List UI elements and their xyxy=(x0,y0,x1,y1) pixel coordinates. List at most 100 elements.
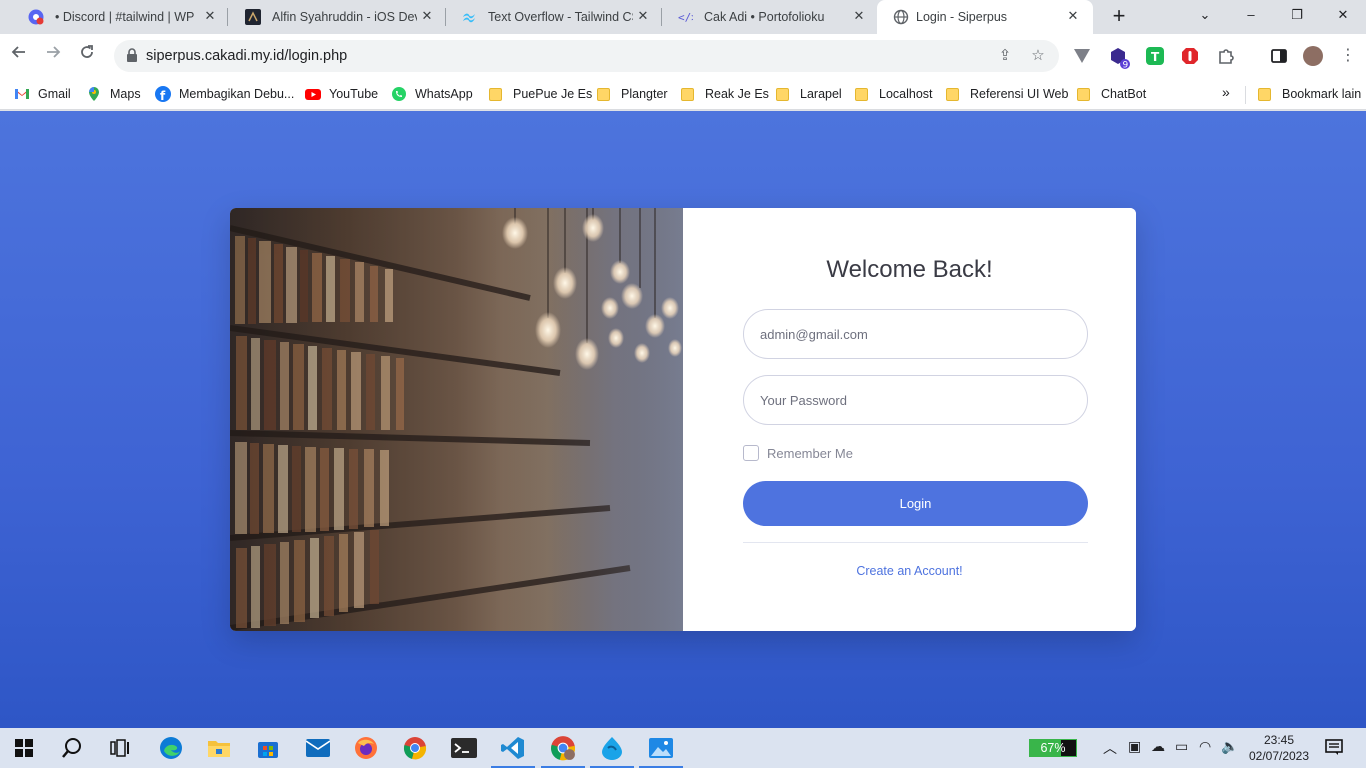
login-form: Welcome Back! Remember Me Login Create a… xyxy=(683,208,1136,631)
lock-icon xyxy=(127,48,137,62)
edge-icon[interactable] xyxy=(157,734,185,762)
tab-search-icon[interactable]: ⌄ xyxy=(1182,0,1228,30)
vscode-icon[interactable] xyxy=(491,734,535,768)
library-bookshelf-image xyxy=(230,208,683,631)
volume-icon[interactable]: 🔈 xyxy=(1221,738,1238,755)
browser-menu-icon[interactable]: ⋮ xyxy=(1336,44,1360,68)
bookmark-label: Localhost xyxy=(879,87,933,101)
tab-siperpus[interactable]: Login - Siperpus ✕ xyxy=(877,0,1093,34)
photos-icon[interactable] xyxy=(639,734,683,768)
login-button[interactable]: Login xyxy=(743,481,1088,526)
mail-icon[interactable] xyxy=(304,734,332,762)
system-clock[interactable]: 23:45 02/07/2023 xyxy=(1244,732,1314,764)
close-tab-icon[interactable]: ✕ xyxy=(851,8,867,24)
file-explorer-icon[interactable] xyxy=(205,734,233,762)
folder-icon xyxy=(489,87,502,101)
tab-portfolio[interactable]: </> Cak Adi • Portofolioku ✕ xyxy=(649,0,877,34)
bookmark-folder-puepue[interactable]: PuePue Je Es xyxy=(489,84,592,104)
task-view-icon[interactable] xyxy=(106,734,134,762)
folder-icon xyxy=(946,87,959,101)
tab-tailwind[interactable]: Text Overflow - Tailwind CSS ✕ xyxy=(433,0,661,34)
portfolio-icon: </> xyxy=(678,11,693,24)
bookshelf-illustration xyxy=(230,208,683,631)
reload-button[interactable] xyxy=(75,44,99,68)
discord-icon xyxy=(28,9,44,25)
onedrive-cloud-icon[interactable]: ☁ xyxy=(1151,738,1165,755)
minimize-button[interactable]: – xyxy=(1228,0,1274,30)
more-bookmarks-chevron[interactable]: » xyxy=(1222,84,1230,100)
share-icon[interactable]: ⇪ xyxy=(994,45,1016,67)
email-field[interactable] xyxy=(743,309,1088,359)
address-bar[interactable]: siperpus.cakadi.my.id/login.php ⇪ ☆ xyxy=(114,40,1059,72)
tab-strip: • Discord | #tailwind | WPU ✕ Alfin Syah… xyxy=(0,0,1366,34)
maps-icon xyxy=(89,87,99,101)
bookmark-label: Reak Je Es xyxy=(705,87,769,101)
bookmark-label: WhatsApp xyxy=(415,87,473,101)
create-account-link[interactable]: Create an Account! xyxy=(683,564,1136,578)
remember-me-checkbox[interactable] xyxy=(743,445,759,461)
bookmark-star-icon[interactable]: ☆ xyxy=(1027,45,1049,67)
other-bookmarks-folder[interactable]: Bookmark lain xyxy=(1258,84,1361,104)
bookmark-folder-localhost[interactable]: Localhost xyxy=(855,84,933,104)
back-button[interactable] xyxy=(7,44,31,68)
microsoft-store-icon[interactable] xyxy=(254,734,282,762)
bookmark-folder-referensi[interactable]: Referensi UI Web xyxy=(946,84,1068,104)
bookmark-folder-plangter[interactable]: Plangter xyxy=(597,84,668,104)
bookmark-folder-larapel[interactable]: Larapel xyxy=(776,84,842,104)
show-hidden-icons-icon[interactable]: ︿ xyxy=(1103,738,1117,758)
tab-discord[interactable]: • Discord | #tailwind | WPU ✕ xyxy=(0,0,227,34)
restore-button[interactable]: ❐ xyxy=(1274,0,1320,30)
new-tab-button[interactable]: + xyxy=(1107,5,1131,29)
extension-badge: 9 xyxy=(1123,61,1129,70)
forward-button[interactable] xyxy=(41,44,65,68)
tab-title: Cak Adi • Portofolioku xyxy=(704,10,825,24)
chrome-running-icon[interactable] xyxy=(541,734,585,768)
password-field[interactable] xyxy=(743,375,1088,425)
extension-hexagon-icon[interactable]: 9 xyxy=(1109,47,1130,71)
adblock-icon[interactable] xyxy=(1181,47,1199,65)
terminal-icon[interactable] xyxy=(450,734,478,762)
bookmark-folder-chatbot[interactable]: ChatBot xyxy=(1077,84,1146,104)
remember-me[interactable]: Remember Me xyxy=(743,445,853,461)
url-text: siperpus.cakadi.my.id/login.php xyxy=(146,48,348,64)
bookmark-folder-reak[interactable]: Reak Je Es xyxy=(681,84,769,104)
form-divider xyxy=(743,542,1088,543)
bookmark-facebook[interactable]: f Membagikan Debu... xyxy=(155,84,294,104)
vue-devtools-icon[interactable] xyxy=(1073,47,1091,65)
clock-date: 02/07/2023 xyxy=(1248,749,1310,763)
device-icon[interactable]: ▣ xyxy=(1128,738,1141,755)
profile-avatar[interactable] xyxy=(1303,46,1323,66)
bookmark-maps[interactable]: Maps xyxy=(86,84,141,104)
close-window-button[interactable]: ✕ xyxy=(1320,0,1366,30)
bookmark-label: ChatBot xyxy=(1101,87,1147,101)
wifi-icon[interactable]: ◠ xyxy=(1199,738,1211,755)
bookmarks-bar: Gmail Maps f Membagikan Debu... YouTube … xyxy=(0,78,1366,110)
notifications-icon[interactable] xyxy=(1325,738,1343,759)
back-arrow-icon xyxy=(11,46,25,58)
forward-arrow-icon xyxy=(47,46,61,58)
bookmark-label: Larapel xyxy=(800,87,842,101)
close-tab-icon[interactable]: ✕ xyxy=(1065,8,1081,24)
tab-alfin[interactable]: Alfin Syahruddin - iOS Deve ✕ xyxy=(217,0,445,34)
extensions-puzzle-icon[interactable] xyxy=(1217,47,1235,65)
welcome-heading: Welcome Back! xyxy=(826,256,993,283)
bookmark-whatsapp[interactable]: WhatsApp xyxy=(391,84,473,104)
bookmark-gmail[interactable]: Gmail xyxy=(14,84,71,104)
bookmark-youtube[interactable]: YouTube xyxy=(305,84,378,104)
battery-tray-icon[interactable]: ▭ xyxy=(1175,738,1188,755)
whatsapp-icon xyxy=(392,87,406,101)
tampermonkey-icon[interactable]: T xyxy=(1146,47,1164,65)
battery-indicator[interactable]: 67% xyxy=(1029,739,1077,757)
firefox-icon[interactable] xyxy=(352,734,380,762)
page-background: Welcome Back! Remember Me Login Create a… xyxy=(0,111,1366,728)
search-icon[interactable] xyxy=(58,734,86,762)
folder-icon xyxy=(1077,87,1090,101)
folder-icon xyxy=(681,87,694,101)
chrome-icon[interactable] xyxy=(401,734,429,762)
folder-icon xyxy=(855,87,868,101)
browser-toolbar: siperpus.cakadi.my.id/login.php ⇪ ☆ 9 T … xyxy=(0,34,1366,78)
windows-start-icon[interactable] xyxy=(10,734,38,762)
close-tab-icon[interactable]: ✕ xyxy=(202,8,218,24)
app-drop-icon[interactable] xyxy=(590,734,634,768)
side-panel-icon[interactable] xyxy=(1270,47,1288,65)
